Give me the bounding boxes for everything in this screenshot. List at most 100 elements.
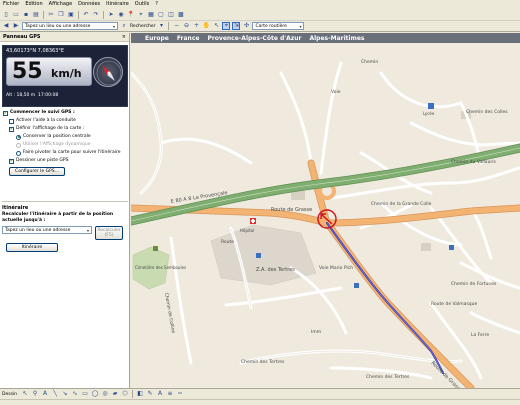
poi-icon xyxy=(256,253,261,258)
print-icon[interactable]: ▤ xyxy=(32,11,40,19)
breadcrumb-france[interactable]: France xyxy=(177,35,200,42)
text-icon[interactable]: A xyxy=(41,390,49,398)
font-color-icon[interactable]: A xyxy=(156,390,164,398)
standard-toolbar: ▯ ▭ ▪ ▤ ✂ ❐ ▣ ↶ ↷ ➤ ◉ 📍 ⌖ ▦ ▢ ◫ ▩ xyxy=(0,9,520,21)
overview-icon[interactable]: ▢ xyxy=(157,11,165,19)
keep-centered-option[interactable]: Conserver la position centrale xyxy=(16,134,126,140)
zoom-out-icon[interactable]: − xyxy=(172,22,180,30)
itinerary-button[interactable]: Itinéraire xyxy=(6,243,58,252)
close-icon[interactable]: × xyxy=(122,34,126,40)
territory-icon[interactable]: ⬡ xyxy=(121,390,129,398)
map-style-icon[interactable]: ▩ xyxy=(177,11,185,19)
zoom-in-icon[interactable]: + xyxy=(192,22,200,30)
menu-donnees[interactable]: Données xyxy=(78,0,100,9)
forward-icon[interactable]: ▶ xyxy=(12,22,20,30)
label-chemin-tertres2: Chemin des Tertres xyxy=(366,374,410,380)
cut-icon[interactable]: ✂ xyxy=(47,11,55,19)
undo-icon[interactable]: ↶ xyxy=(82,11,90,19)
driving-aid-option[interactable]: Activer l'aide à la conduite xyxy=(9,118,126,124)
label-lycee: Lycée xyxy=(423,111,435,116)
save-icon[interactable]: ▪ xyxy=(22,11,30,19)
select-arrow-icon[interactable]: ↖ xyxy=(21,390,29,398)
configure-gps-button[interactable]: Configurer le GPS... xyxy=(9,167,65,176)
label-route-valmasque: Route de Valmasque xyxy=(431,301,477,307)
breadcrumb-region[interactable]: Provence-Alpes-Côte d'Azur xyxy=(207,35,301,42)
zoom-slider-icon[interactable]: ⊖ xyxy=(182,22,190,30)
chevron-down-icon[interactable]: ▾ xyxy=(113,23,115,30)
copy-icon[interactable]: ❐ xyxy=(57,11,65,19)
gps-icon[interactable]: ◉ xyxy=(117,11,125,19)
fill-color-icon[interactable]: ◧ xyxy=(136,390,144,398)
driving-aid-checkbox[interactable] xyxy=(9,118,14,124)
pushpin-icon[interactable]: 📍 xyxy=(127,11,135,19)
search-icon[interactable]: ⌕ xyxy=(120,22,128,30)
toolbar-separator xyxy=(43,10,44,19)
itinerary-destination-input[interactable]: Tapez un lieu ou une adresse ▾ xyxy=(2,226,92,234)
line-style-icon[interactable]: ≡ xyxy=(166,390,174,398)
select-arrow-icon[interactable]: ↖ xyxy=(212,22,220,30)
speed-value: 55 xyxy=(12,59,43,84)
compass-icon[interactable]: ✣ xyxy=(242,22,250,30)
dynamic-display-label: Utiliser l'Affichage dynamique xyxy=(23,142,91,147)
map-display-label: Définir l'affichage de la carte : xyxy=(16,126,85,131)
keep-centered-radio[interactable] xyxy=(16,134,21,140)
start-gps-option[interactable]: ✔ Commencer le suivi GPS : xyxy=(3,110,126,116)
start-gps-checkbox[interactable]: ✔ xyxy=(3,110,8,116)
line-icon[interactable]: ╲ xyxy=(51,390,59,398)
chevron-down-icon[interactable]: ▾ xyxy=(87,227,89,234)
dash-style-icon[interactable]: ┅ xyxy=(176,390,184,398)
paste-icon[interactable]: ▣ xyxy=(67,11,75,19)
recalculate-button[interactable]: Recalculer (F5) xyxy=(95,226,123,240)
recalc-text: Recalculer l'itinéraire à partir de la p… xyxy=(2,212,114,223)
menu-fichier[interactable]: Fichier xyxy=(3,0,19,9)
address-search-input[interactable]: Tapez un lieu ou une adresse ▾ xyxy=(22,22,118,30)
poi-icon xyxy=(354,283,359,288)
chevron-down-icon[interactable]: ▾ xyxy=(299,23,301,30)
back-icon[interactable]: ◀ xyxy=(2,22,10,30)
map-view[interactable]: Europe France Provence-Alpes-Côte d'Azur… xyxy=(131,33,520,388)
rotate-map-option[interactable]: Faire pivoter la carte pour suivre l'iti… xyxy=(16,150,126,156)
gps-tracking-icon[interactable]: ⌖ xyxy=(222,22,231,30)
freeform-icon[interactable]: ∿ xyxy=(71,390,79,398)
rotate-map-radio[interactable] xyxy=(16,150,21,156)
menu-affichage[interactable]: Affichage xyxy=(49,0,73,9)
itinerary-section: Itinéraire Recalculer l'itinéraire à par… xyxy=(2,201,128,252)
find-nearby-icon[interactable]: ⌖ xyxy=(137,11,145,19)
map-breadcrumb: Europe France Provence-Alpes-Côte d'Azur… xyxy=(131,33,520,43)
map-display-option[interactable]: ✔ Définir l'affichage de la carte : xyxy=(9,126,126,132)
menu-edition[interactable]: Edition xyxy=(25,0,42,9)
menu-aide[interactable]: ? xyxy=(155,0,158,9)
chevron-down-icon[interactable]: ▾ xyxy=(157,22,165,30)
search-button[interactable]: Rechercher xyxy=(130,24,155,29)
map-canvas[interactable]: E 80 A 8 La Provençale Route de Grasse R… xyxy=(131,33,520,388)
label-hopital: Hôpital xyxy=(240,228,254,233)
keep-centered-label: Conserver la position centrale xyxy=(23,134,91,139)
label-za-tertres: Z.A. des Tertres xyxy=(256,267,295,273)
menu-outils[interactable]: Outils xyxy=(135,0,149,9)
route-icon[interactable]: ➤ xyxy=(107,11,115,19)
pushpin-icon[interactable]: ⚲ xyxy=(31,390,39,398)
detail-icon[interactable]: ◫ xyxy=(167,11,175,19)
rectangle-icon[interactable]: ▭ xyxy=(81,390,89,398)
breadcrumb-department[interactable]: Alpes-Maritimes xyxy=(309,35,364,42)
redo-icon[interactable]: ↷ xyxy=(92,11,100,19)
legend-icon[interactable]: ▦ xyxy=(147,11,155,19)
draw-trail-option[interactable]: ✔ Dessiner une piste GPS xyxy=(9,158,126,164)
breadcrumb-europe[interactable]: Europe xyxy=(145,35,169,42)
drawing-menu[interactable]: Dessin xyxy=(2,392,17,397)
gps-coordinates: 43,60173°N 7,08363°E xyxy=(6,48,65,54)
map-display-checkbox[interactable]: ✔ xyxy=(9,126,14,132)
menu-itineraire[interactable]: Itinéraire xyxy=(106,0,129,9)
open-icon[interactable]: ▭ xyxy=(12,11,20,19)
radius-icon[interactable]: ◎ xyxy=(101,390,109,398)
arrow-line-icon[interactable]: ↘ xyxy=(61,390,69,398)
label-chemin-gd-colle: Chemin de la Grande Colle xyxy=(371,201,432,207)
pan-hand-icon[interactable]: ✋ xyxy=(202,22,210,30)
map-style-select[interactable]: Carte routière ▾ xyxy=(252,22,305,30)
oval-icon[interactable]: ◯ xyxy=(91,390,99,398)
draw-trail-checkbox[interactable]: ✔ xyxy=(9,158,14,164)
highlighter-icon[interactable]: ▰ xyxy=(111,390,119,398)
measure-icon[interactable]: ⇲ xyxy=(232,22,241,30)
line-color-icon[interactable]: ✎ xyxy=(146,390,154,398)
new-icon[interactable]: ▯ xyxy=(2,11,10,19)
